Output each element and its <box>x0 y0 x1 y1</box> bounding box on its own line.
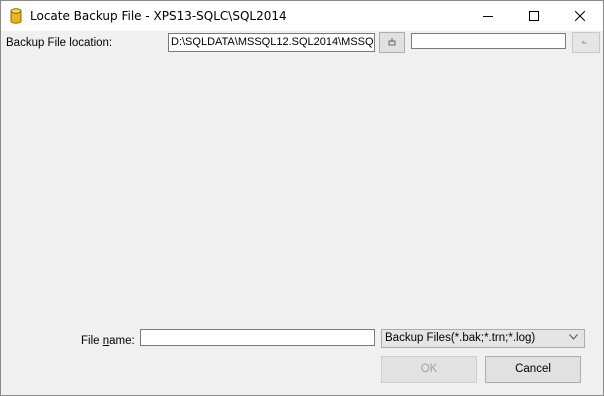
file-name-label: File name: <box>81 335 135 347</box>
ok-button[interactable]: OK <box>381 356 477 383</box>
database-cylinder-icon <box>10 8 22 24</box>
file-type-filter-select[interactable]: Backup Files(*.bak;*.trn;*.log) <box>381 329 585 348</box>
search-input[interactable] <box>411 33 566 49</box>
backup-location-field[interactable]: D:\SQLDATA\MSSQL12.SQL2014\MSSQL\ <box>168 33 375 52</box>
minimize-button[interactable] <box>465 1 511 31</box>
file-type-filter-value: Backup Files(*.bak;*.trn;*.log) <box>385 332 536 344</box>
cancel-button[interactable]: Cancel <box>485 356 581 383</box>
chevron-down-icon <box>569 334 578 340</box>
window-title: Locate Backup File - XPS13-SQLC\SQL2014 <box>30 9 287 23</box>
backup-location-label: Backup File location: <box>6 37 113 49</box>
title-bar[interactable]: Locate Backup File - XPS13-SQLC\SQL2014 <box>1 1 603 31</box>
search-button[interactable] <box>572 32 600 53</box>
minimize-icon <box>483 16 493 17</box>
search-icon <box>581 40 587 44</box>
close-button[interactable] <box>557 1 603 31</box>
browse-icon <box>388 38 396 46</box>
locate-backup-file-dialog: Locate Backup File - XPS13-SQLC\SQL2014 … <box>0 0 604 396</box>
close-icon <box>575 11 585 21</box>
browse-button[interactable] <box>379 32 405 53</box>
file-tree-list[interactable] <box>3 57 601 325</box>
maximize-icon <box>529 11 539 21</box>
file-name-field[interactable] <box>140 329 375 346</box>
maximize-button[interactable] <box>511 1 557 31</box>
